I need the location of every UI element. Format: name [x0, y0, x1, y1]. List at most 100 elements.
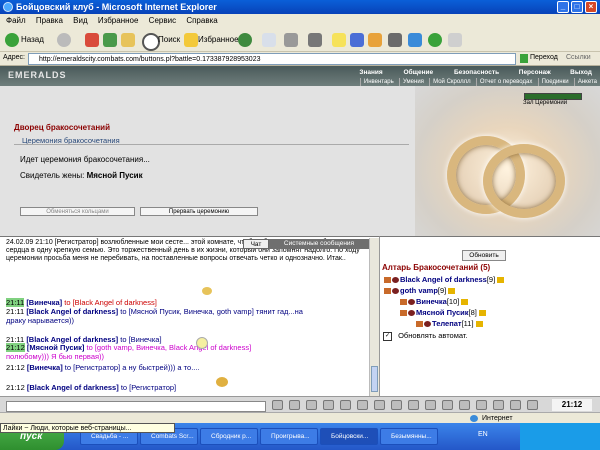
- player-item[interactable]: Винечка[10]: [400, 297, 469, 306]
- chat-recipients[interactable]: to [Мясной Пусик, Винечка, goth vamp]: [120, 307, 254, 316]
- chat-recipients[interactable]: to [Регистратор]: [121, 383, 176, 392]
- player-level: [9]: [486, 275, 496, 284]
- scroll-thumb[interactable]: [371, 366, 378, 392]
- chat-scrollbar[interactable]: [369, 238, 379, 396]
- spell-icon[interactable]: [391, 400, 402, 410]
- back-arrow-icon[interactable]: [5, 33, 19, 47]
- task-4[interactable]: Проигрыва...: [260, 428, 318, 445]
- refresh-icon[interactable]: [103, 33, 117, 47]
- whisper-icon[interactable]: [323, 400, 334, 410]
- chat-nick[interactable]: [Винечка]: [27, 363, 63, 372]
- player-name[interactable]: Black Angel of darkness: [400, 275, 487, 284]
- private-message-icon[interactable]: [384, 277, 391, 284]
- exchange-rings-button[interactable]: Обменяться кольцами: [20, 207, 135, 216]
- inventory-icon[interactable]: [374, 400, 385, 410]
- menu-favorites[interactable]: Избранное: [98, 16, 139, 25]
- private-message-icon[interactable]: [416, 321, 423, 328]
- info-icon[interactable]: [461, 299, 469, 306]
- addon-icon[interactable]: [448, 33, 462, 47]
- player-name[interactable]: Мясной Пусик: [416, 308, 469, 317]
- note-icon[interactable]: [332, 33, 346, 47]
- quest-icon[interactable]: [425, 400, 436, 410]
- player-name[interactable]: Винечка: [416, 297, 447, 306]
- maximize-button[interactable]: □: [571, 1, 583, 13]
- private-message-icon[interactable]: [384, 288, 391, 295]
- chat-recipients[interactable]: to [goth vamp, Винечка, Black Angel of d…: [86, 343, 251, 352]
- ceremony-hall-label[interactable]: Зал Церемоний: [523, 100, 567, 106]
- mail-icon[interactable]: [493, 400, 504, 410]
- player-name[interactable]: goth vamp: [400, 286, 438, 295]
- clover-icon[interactable]: [428, 33, 442, 47]
- chat-nick[interactable]: [Винечка]: [26, 298, 62, 307]
- chat-filter-icon[interactable]: [289, 400, 300, 410]
- edit-icon[interactable]: [308, 33, 322, 47]
- player-item[interactable]: Мясной Пусик[8]: [400, 308, 487, 317]
- private-message-icon[interactable]: [400, 310, 407, 317]
- refresh-button[interactable]: Обновить: [462, 250, 506, 261]
- clear-icon[interactable]: [340, 400, 351, 410]
- close-button[interactable]: ×: [585, 1, 597, 13]
- menu-help[interactable]: Справка: [186, 16, 217, 25]
- chat-recipients[interactable]: to [Регистратор] а ну быстрей))) а то...…: [65, 363, 200, 372]
- links-button[interactable]: Ссылки: [566, 54, 591, 61]
- map-icon[interactable]: [272, 400, 283, 410]
- lang-indicator[interactable]: EN: [478, 431, 488, 438]
- home-icon[interactable]: [121, 33, 135, 47]
- menu-file[interactable]: Файл: [6, 16, 26, 25]
- messenger-icon[interactable]: [350, 33, 364, 47]
- menu-tools[interactable]: Сервис: [149, 16, 176, 25]
- chat-nick[interactable]: [Мясной Пусик]: [27, 343, 85, 352]
- internet-icon: [470, 415, 478, 422]
- interrupt-ceremony-button[interactable]: Прервать церемонию: [140, 207, 258, 216]
- info-icon[interactable]: [497, 277, 505, 284]
- trade-icon[interactable]: [357, 400, 368, 410]
- music-icon[interactable]: [527, 400, 538, 410]
- back-button[interactable]: Назад: [21, 35, 44, 44]
- tab-system-messages[interactable]: Системные сообщения: [269, 239, 369, 249]
- chat-recipients[interactable]: to [Black Angel of darkness]: [64, 298, 157, 307]
- go-button[interactable]: Переход: [530, 54, 558, 61]
- info-icon[interactable]: [448, 288, 456, 295]
- mail-icon[interactable]: [262, 33, 276, 47]
- menu-edit[interactable]: Правка: [36, 16, 63, 25]
- friends-icon[interactable]: [510, 400, 521, 410]
- stop-icon[interactable]: [85, 33, 99, 47]
- settings-icon[interactable]: [442, 400, 453, 410]
- film-icon[interactable]: [388, 33, 402, 47]
- smileys-icon[interactable]: [306, 400, 317, 410]
- info-icon[interactable]: [478, 310, 486, 317]
- favorites-button[interactable]: Избранное: [198, 35, 239, 44]
- smiley-dance-icon: [216, 377, 228, 387]
- menu-view[interactable]: Вид: [73, 16, 87, 25]
- chat-input[interactable]: [6, 401, 266, 412]
- private-message-icon[interactable]: [400, 299, 407, 306]
- history-icon[interactable]: [238, 33, 252, 47]
- notepad-icon[interactable]: [408, 33, 422, 47]
- player-item[interactable]: goth vamp[9]: [384, 286, 456, 295]
- bag-icon[interactable]: [408, 400, 419, 410]
- task-5[interactable]: Бойцовски...: [320, 428, 378, 445]
- home-icon[interactable]: [459, 400, 470, 410]
- search-button[interactable]: Поиск: [158, 35, 180, 44]
- chat-nick[interactable]: [Black Angel of darkness]: [27, 383, 119, 392]
- tab-chat[interactable]: Чат: [243, 239, 269, 249]
- chat-nick[interactable]: [Black Angel of darkness]: [26, 307, 118, 316]
- info-icon[interactable]: [475, 321, 483, 328]
- scroll-icon[interactable]: [476, 400, 487, 410]
- address-input[interactable]: http://emeraldscity.combats.com/buttons.…: [28, 53, 516, 65]
- chat-time: 21:12: [6, 363, 25, 372]
- forward-arrow-icon[interactable]: [57, 33, 71, 47]
- task-6[interactable]: Безымянны...: [380, 428, 438, 445]
- player-item[interactable]: Black Angel of darkness[9]: [384, 275, 505, 284]
- witness-name: Мясной Пусик: [86, 171, 143, 180]
- auto-refresh-checkbox[interactable]: ✓: [383, 331, 392, 341]
- flower-icon: [196, 337, 208, 349]
- player-item[interactable]: Телепат[11]: [416, 319, 484, 328]
- task-3[interactable]: Сбродник р...: [200, 428, 258, 445]
- tool-icon[interactable]: [368, 33, 382, 47]
- go-arrow-icon[interactable]: [520, 54, 528, 63]
- favorites-star-icon[interactable]: [184, 33, 198, 47]
- minimize-button[interactable]: _: [557, 1, 569, 13]
- print-icon[interactable]: [284, 33, 298, 47]
- player-name[interactable]: Телепат: [432, 319, 462, 328]
